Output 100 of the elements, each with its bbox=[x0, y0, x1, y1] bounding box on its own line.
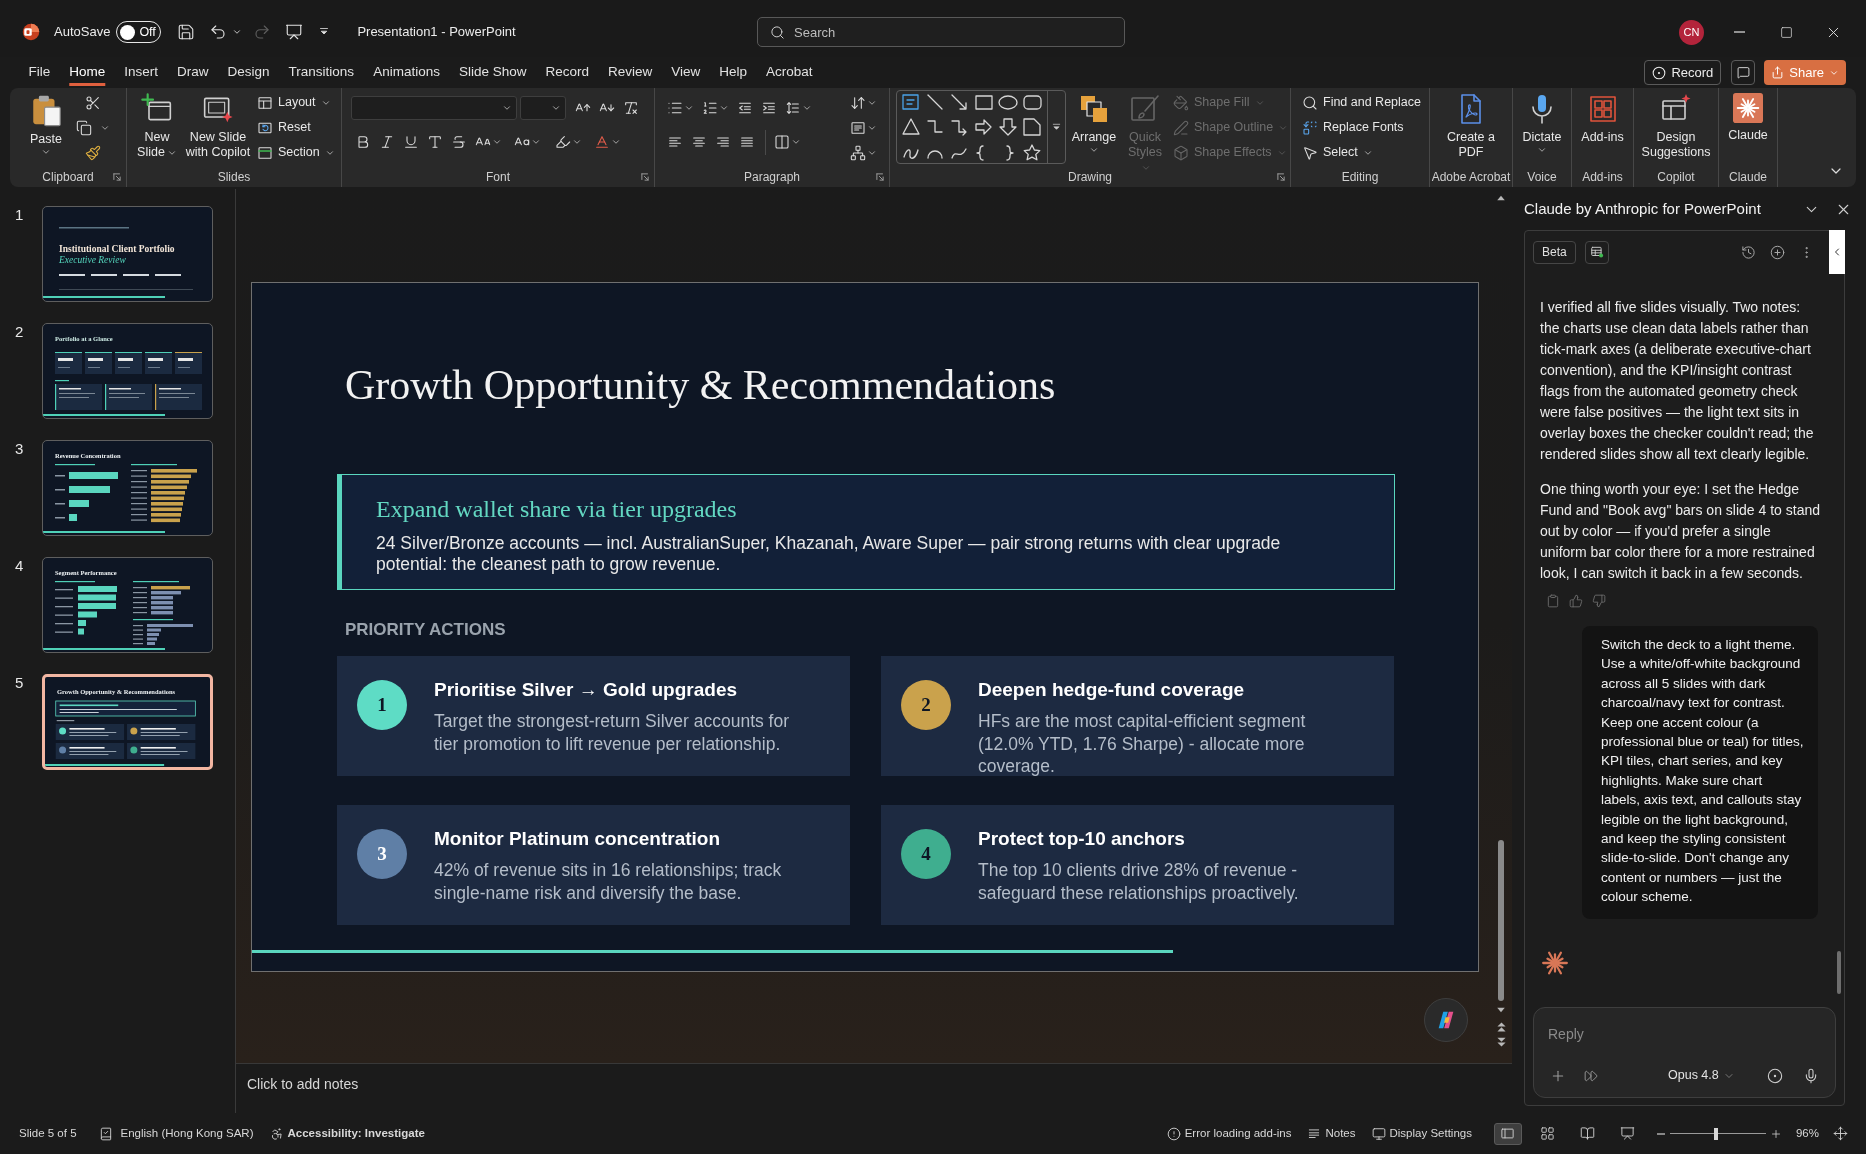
zoom-slider-thumb[interactable] bbox=[1714, 1127, 1719, 1140]
ribbon-tab[interactable]: Design bbox=[218, 59, 280, 86]
context-button[interactable] bbox=[1584, 240, 1609, 264]
group-label: Font bbox=[486, 168, 510, 186]
caret-icon bbox=[611, 137, 621, 147]
monitor-icon bbox=[1371, 1126, 1386, 1141]
notes-button[interactable]: Notes bbox=[1307, 1124, 1356, 1143]
dialog-launcher-button[interactable] bbox=[1275, 171, 1287, 183]
thumbs-up-button[interactable] bbox=[1569, 594, 1583, 608]
add-ins-button[interactable]: Add-ins bbox=[1574, 90, 1631, 168]
ribbon-tab[interactable]: Slide Show bbox=[449, 59, 536, 86]
ribbon-tab[interactable]: View bbox=[661, 59, 710, 86]
open-book-icon bbox=[1580, 1126, 1596, 1141]
fast-forward-icon bbox=[1584, 1068, 1598, 1083]
group-label: Drawing bbox=[1068, 168, 1112, 186]
model-selector[interactable]: Opus 4.8 bbox=[1668, 1066, 1735, 1085]
record-button[interactable] bbox=[1767, 1067, 1783, 1084]
thumbs-down-button[interactable] bbox=[1592, 594, 1606, 608]
section-button[interactable]: Section bbox=[254, 140, 338, 165]
short-line-graphic bbox=[59, 227, 129, 229]
accessibility-button[interactable]: Accessibility: Investigate bbox=[269, 1124, 425, 1143]
fit-slide-button[interactable] bbox=[1833, 1126, 1848, 1141]
pointer-icon bbox=[1302, 144, 1318, 161]
caret-icon bbox=[1537, 145, 1547, 155]
thumbs-down-icon bbox=[1592, 594, 1606, 608]
underline-icon bbox=[403, 134, 419, 150]
ribbon-tab[interactable]: Acrobat bbox=[756, 59, 823, 86]
reply-field[interactable]: Reply bbox=[1548, 1022, 1821, 1046]
dialog-launcher-button[interactable] bbox=[639, 171, 651, 183]
claude-button[interactable]: Claude bbox=[1722, 90, 1774, 168]
ribbon-tab[interactable]: Review bbox=[598, 59, 662, 86]
zoom-slider[interactable] bbox=[1669, 1127, 1766, 1140]
callout-heading: Expand wallet share via tier upgrades bbox=[376, 495, 738, 523]
ribbon-tab[interactable]: Record bbox=[535, 59, 599, 86]
ribbon-tab[interactable]: Transitions bbox=[279, 59, 364, 86]
create-pdf-button[interactable]: Create a PDF bbox=[1441, 90, 1501, 168]
ribbon-tab[interactable]: Home bbox=[59, 59, 115, 86]
dictate-button[interactable]: Dictate bbox=[1516, 90, 1568, 168]
caret-icon bbox=[1089, 145, 1099, 155]
shapes-gallery[interactable] bbox=[896, 90, 1066, 164]
starburst-icon bbox=[1542, 949, 1568, 976]
copilot-button[interactable] bbox=[1424, 998, 1468, 1042]
paste-button[interactable]: Paste bbox=[22, 90, 70, 168]
search-field[interactable]: Search bbox=[794, 18, 1124, 46]
skip-button[interactable] bbox=[1584, 1068, 1598, 1083]
group-label: Voice bbox=[1527, 168, 1557, 186]
copy-icon bbox=[76, 119, 92, 136]
user-message: Switch the deck to a light theme. Use a white/off-white background across all 5 slides with dark charcoal/navy text for contrast. Keep one accent colour (a professional blue or teal) for titles, KPI tiles, chart series, and key highlights. Make sure chart labels, axis text, and callouts stay legible on the light background, and keep the styling consistent slide-to-slide. Don't change any content or numbers — just the colour scheme. bbox=[1582, 626, 1818, 919]
panels-icon bbox=[257, 94, 273, 111]
replace-fonts-button[interactable]: Replace Fonts bbox=[1299, 115, 1424, 140]
new-slide-with-copilot-button[interactable]: New Slide with Copilot bbox=[182, 90, 254, 168]
table-icon bbox=[1589, 245, 1604, 259]
clipboard-icon bbox=[1546, 594, 1560, 608]
corner-arrow-icon bbox=[875, 172, 885, 182]
layout-button[interactable]: Layout bbox=[254, 90, 338, 115]
microphone-button[interactable] bbox=[1803, 1067, 1819, 1084]
double-triangle-up-icon[interactable] bbox=[1494, 1020, 1508, 1033]
account-avatar[interactable]: CN bbox=[1679, 19, 1704, 45]
group-label: Copilot bbox=[1657, 168, 1695, 186]
font-size-field[interactable] bbox=[520, 96, 566, 120]
ribbon-tab[interactable]: Animations bbox=[363, 59, 450, 86]
ribbon-tab[interactable]: Insert bbox=[114, 59, 168, 86]
dialog-launcher-button[interactable] bbox=[874, 171, 886, 183]
hierarchy-icon bbox=[850, 144, 866, 161]
ribbon-tab[interactable]: File bbox=[19, 59, 60, 86]
caret-icon bbox=[41, 147, 51, 157]
lines-double-arrow-icon bbox=[785, 100, 801, 116]
zoom-in-button[interactable] bbox=[1769, 1127, 1782, 1140]
plus-circle-icon bbox=[1770, 244, 1785, 260]
font-name-field[interactable] bbox=[351, 96, 517, 120]
notes-field[interactable]: Click to add notes bbox=[247, 1074, 1492, 1095]
italic-icon bbox=[379, 134, 395, 150]
language-button[interactable]: English (Hong Kong SAR) bbox=[120, 1124, 254, 1143]
exclamation-circle-icon bbox=[1166, 1126, 1181, 1141]
strikethrough-icon bbox=[451, 134, 467, 150]
group-label: Add-ins bbox=[1582, 168, 1623, 186]
select-button[interactable]: Select bbox=[1299, 140, 1424, 165]
record-button[interactable]: Record bbox=[1644, 60, 1722, 85]
search-box[interactable]: Search bbox=[757, 17, 1125, 47]
view-button[interactable] bbox=[1493, 1122, 1522, 1145]
reset-button[interactable]: Reset bbox=[254, 115, 338, 140]
ribbon-tab[interactable]: Draw bbox=[167, 59, 219, 86]
comments-button[interactable] bbox=[1731, 60, 1756, 85]
zoom-level-button[interactable]: 96% bbox=[1795, 1124, 1819, 1143]
four-way-arrows-icon bbox=[1833, 1126, 1848, 1141]
corner-arrow-icon bbox=[1276, 172, 1286, 182]
action-description: HFs are the most capital-efficient segment (12.0% YTD, 1.76 Sharpe) - allocate more coverage. bbox=[978, 710, 1307, 778]
slide-number: 1 bbox=[14, 206, 25, 224]
display-settings-button[interactable]: Display Settings bbox=[1371, 1124, 1472, 1143]
scrollbar-thumb[interactable] bbox=[1837, 951, 1841, 994]
scrollbar-thumb[interactable] bbox=[1498, 840, 1504, 1001]
design-suggestions-button[interactable]: Design Suggestions bbox=[1636, 90, 1716, 168]
find-and-replace-button[interactable]: Find and Replace bbox=[1299, 90, 1424, 115]
new-slide-button[interactable]: New Slide bbox=[132, 90, 182, 168]
ribbon-tab[interactable]: Help bbox=[709, 59, 757, 86]
arrange-button[interactable]: Arrange bbox=[1066, 90, 1122, 168]
slide-thumbnail[interactable]: Institutional Client Portfolio Executive Review bbox=[42, 206, 213, 302]
search-icon bbox=[1302, 94, 1318, 111]
add-ins-error-button[interactable]: Error loading add-ins bbox=[1166, 1124, 1292, 1143]
dialog-launcher-button[interactable] bbox=[111, 171, 123, 183]
